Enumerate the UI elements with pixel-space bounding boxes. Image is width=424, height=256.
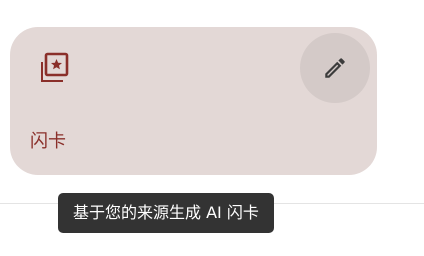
flashcards-card[interactable]: 闪卡: [10, 27, 377, 175]
edit-button[interactable]: [300, 33, 370, 103]
tooltip: 基于您的来源生成 AI 闪卡: [58, 193, 274, 233]
pencil-icon: [322, 55, 348, 81]
flashcards-icon: [33, 50, 71, 88]
page: 闪卡 基于您的来源生成 AI 闪卡: [0, 0, 424, 256]
card-label: 闪卡: [30, 131, 66, 152]
